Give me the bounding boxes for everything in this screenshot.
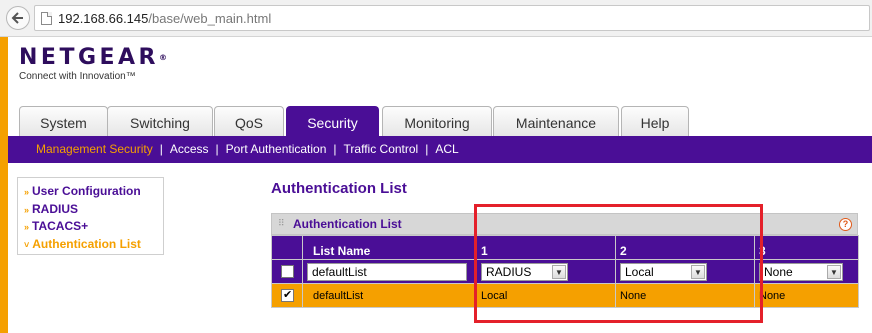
chevron-down-icon: ▼	[827, 264, 841, 279]
chevron-right-icon: »	[24, 187, 30, 197]
side-menu-item-user-configuration[interactable]: » User Configuration	[18, 183, 163, 201]
sub-navigation: Management Security | Access | Port Authenti…	[8, 136, 872, 163]
list-name-input[interactable]	[307, 262, 467, 281]
row-checkbox[interactable]	[281, 288, 294, 302]
tab-switching[interactable]: Switching	[107, 106, 213, 136]
tab-maintenance[interactable]: Maintenance	[493, 106, 619, 136]
method-3-select[interactable]: None ▼	[759, 262, 843, 281]
address-bar[interactable]: 192.168.66.145/base/web_main.html	[34, 5, 870, 31]
help-icon[interactable]: ?	[839, 218, 852, 231]
subnav-separator: |	[215, 142, 219, 156]
subnav-traffic-control[interactable]: Traffic Control	[344, 136, 419, 163]
row-select-cell	[271, 283, 303, 308]
brand-trademark: ®	[159, 53, 167, 62]
side-menu-item-authentication-list[interactable]: ˅ Authentication List	[18, 236, 163, 254]
netgear-logo: NETGEAR® Connect with Innovation™	[19, 45, 167, 83]
side-menu-item-radius[interactable]: » RADIUS	[18, 201, 163, 219]
tab-qos[interactable]: QoS	[214, 106, 284, 136]
chevron-right-icon: »	[24, 204, 30, 215]
subnav-acl[interactable]: ACL	[435, 136, 458, 163]
side-menu-item-tacacs[interactable]: » TACACS+	[18, 218, 163, 236]
browser-toolbar: 192.168.66.145/base/web_main.html	[0, 0, 872, 37]
page-title: Authentication List	[271, 180, 407, 197]
row-method-3: None	[754, 283, 859, 308]
column-header-list-name: List Name	[302, 235, 477, 260]
column-header-method-3: 3	[754, 235, 859, 260]
tab-monitoring[interactable]: Monitoring	[382, 106, 492, 136]
chevron-down-icon: ˅	[24, 239, 30, 250]
url-text: 192.168.66.145/base/web_main.html	[58, 11, 272, 26]
highlight-annotation-box	[474, 204, 763, 323]
main-tabs: System Switching QoS Security Monitoring…	[8, 106, 872, 136]
page-icon	[41, 12, 52, 25]
chevron-right-icon: »	[24, 222, 30, 232]
subnav-port-authentication[interactable]: Port Authentication	[226, 136, 327, 163]
side-menu: » User Configuration » RADIUS » TACACS+ ˅ Au…	[17, 177, 164, 255]
tab-system[interactable]: System	[19, 106, 108, 136]
subnav-management-security[interactable]: Management Security	[36, 136, 153, 163]
brand-name: NETGEAR	[19, 45, 159, 70]
subnav-separator: |	[333, 142, 337, 156]
edit-row-list-name-cell	[302, 259, 477, 284]
subnav-access[interactable]: Access	[170, 136, 209, 163]
subnav-separator: |	[425, 142, 429, 156]
brand-tagline: Connect with Innovation™	[19, 71, 136, 82]
subnav-separator: |	[159, 142, 163, 156]
row-list-name: defaultList	[302, 283, 477, 308]
column-header-select	[271, 235, 303, 260]
tab-security[interactable]: Security	[286, 106, 379, 136]
tab-help[interactable]: Help	[621, 106, 689, 136]
edit-row-method3-cell: None ▼	[754, 259, 859, 284]
panel-title: Authentication List	[293, 217, 402, 231]
left-accent-bar	[0, 37, 8, 333]
edit-row-select-cell	[271, 259, 303, 284]
edit-row-checkbox[interactable]	[281, 265, 294, 278]
back-button[interactable]	[6, 6, 30, 30]
drag-handle-icon: ⠿	[278, 218, 285, 228]
back-arrow-icon	[11, 12, 23, 24]
